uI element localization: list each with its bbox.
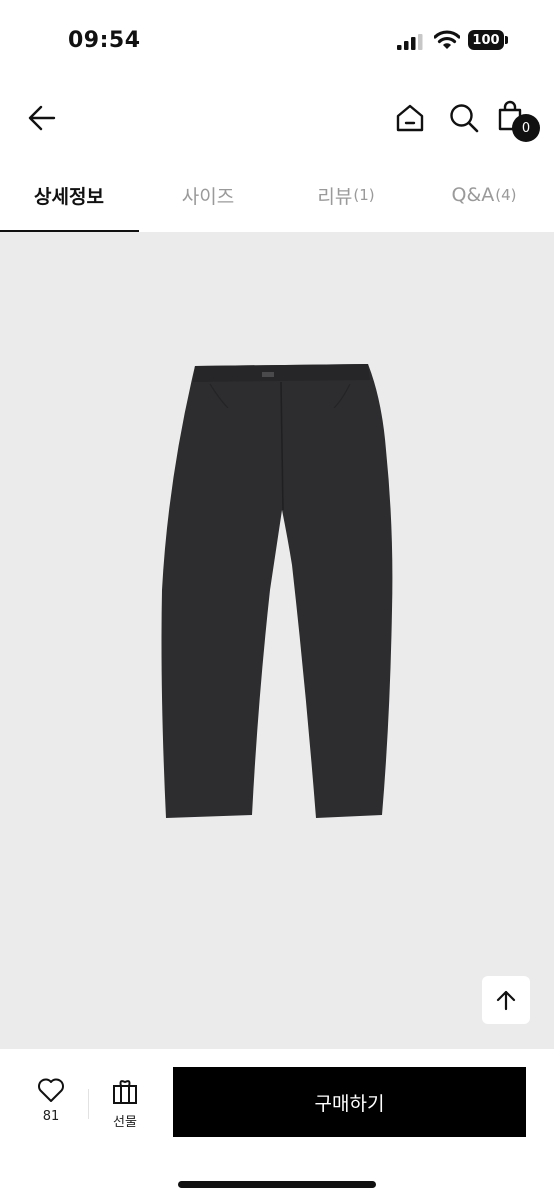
- heart-icon: [38, 1078, 64, 1102]
- app-header: 0: [0, 80, 554, 160]
- tab-label: 사이즈: [181, 185, 235, 208]
- tab-details[interactable]: 상세정보: [0, 160, 138, 230]
- bottom-action-bar: 81 선물 구매하기: [0, 1049, 554, 1200]
- home-button[interactable]: [394, 102, 426, 134]
- tab-reviews[interactable]: 리뷰 (1): [277, 160, 415, 230]
- status-time: 09:54: [68, 28, 141, 53]
- tab-label: 리뷰: [317, 185, 353, 208]
- tab-label: Q&A: [451, 184, 495, 206]
- battery-icon: 100: [468, 30, 508, 50]
- divider: [88, 1089, 89, 1119]
- battery-level: 100: [468, 30, 504, 50]
- tab-label: 상세정보: [34, 185, 104, 208]
- gift-button[interactable]: 선물: [100, 1077, 150, 1133]
- scroll-to-top-button[interactable]: [482, 976, 530, 1024]
- search-button[interactable]: [448, 102, 480, 134]
- tab-count: (4): [495, 186, 517, 204]
- cellular-signal-icon: [397, 34, 423, 50]
- search-icon: [450, 104, 479, 133]
- gift-label: 선물: [113, 1115, 137, 1130]
- tab-count: (1): [353, 186, 375, 204]
- home-indicator: [178, 1181, 376, 1188]
- like-count: 81: [42, 1109, 60, 1124]
- gift-icon: [113, 1080, 137, 1104]
- product-image: [0, 232, 554, 1049]
- product-photo-pants: [161, 364, 393, 818]
- back-button[interactable]: [26, 102, 58, 134]
- wifi-icon: [434, 30, 460, 49]
- home-icon: [396, 104, 424, 132]
- tab-qna[interactable]: Q&A (4): [415, 160, 553, 230]
- arrow-up-icon: [496, 990, 516, 1011]
- tab-size[interactable]: 사이즈: [139, 160, 277, 230]
- cart-button[interactable]: 0: [496, 100, 542, 144]
- like-button[interactable]: 81: [26, 1077, 76, 1133]
- cart-count-badge: 0: [512, 114, 540, 142]
- status-bar: 09:54 100: [0, 0, 554, 80]
- buy-button[interactable]: 구매하기: [173, 1067, 526, 1137]
- arrow-left-icon: [28, 105, 56, 131]
- tab-bar: 상세정보 사이즈 리뷰 (1) Q&A (4): [0, 160, 554, 233]
